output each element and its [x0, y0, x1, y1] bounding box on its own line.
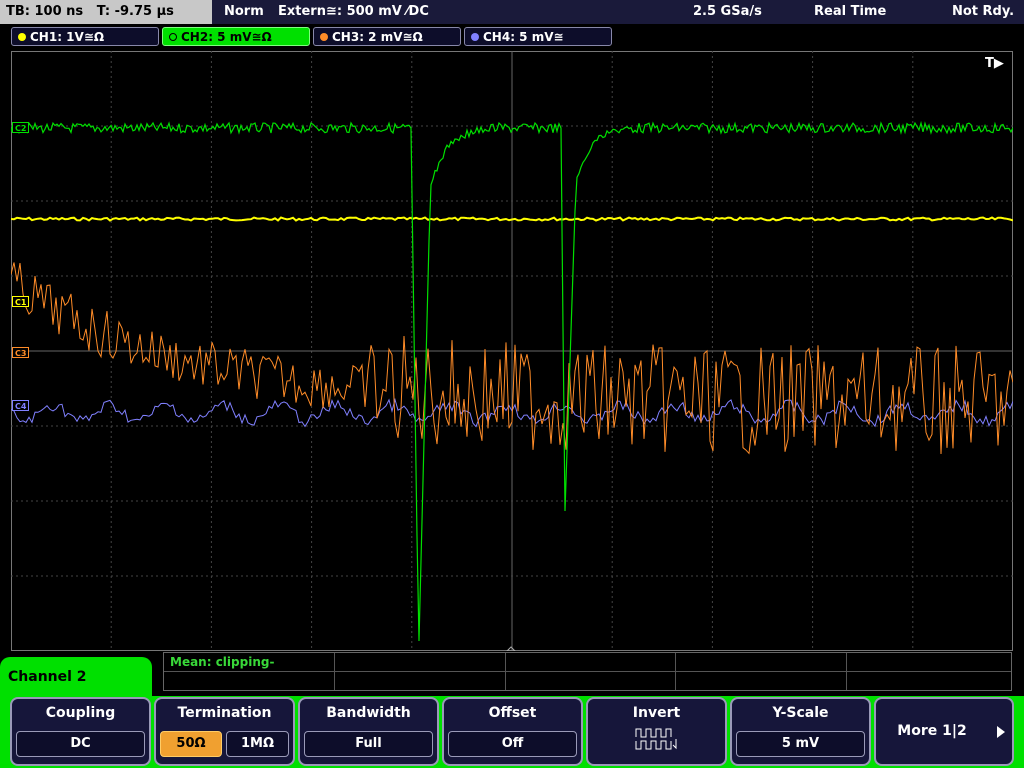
termination-softkey[interactable]: Termination 50Ω 1MΩ — [154, 697, 295, 766]
more-label: More 1|2 — [897, 723, 967, 739]
trigger-source[interactable]: Extern≅: 500 mV ⁄DC — [278, 0, 429, 24]
invert-waveform-icon — [635, 728, 677, 750]
ch1-dot-icon — [18, 33, 26, 41]
offset-value[interactable]: Off — [448, 731, 577, 757]
termination-title: Termination — [177, 705, 272, 721]
measurement-divider — [505, 653, 506, 690]
measurement-mean: Mean: clipping- — [170, 655, 275, 669]
trigger-mode[interactable]: Norm — [224, 0, 264, 24]
tab-ch1-label: CH1: 1V≅Ω — [30, 30, 105, 44]
tab-ch4[interactable]: CH4: 5 mV≅ — [464, 27, 612, 46]
trigger-position-marker[interactable]: T▶ — [985, 56, 1004, 71]
trigger-time-marker — [506, 646, 516, 651]
ch2-dot-icon — [169, 33, 177, 41]
yscale-value[interactable]: 5 mV — [736, 731, 865, 757]
coupling-title: Coupling — [45, 705, 116, 721]
ch1-level-marker[interactable]: C1 — [12, 296, 30, 307]
graticule — [11, 51, 1013, 651]
sample-rate: 2.5 GSa/s — [693, 4, 762, 19]
ch3-dot-icon — [320, 33, 328, 41]
yscale-title: Y-Scale — [772, 705, 829, 721]
tab-ch4-label: CH4: 5 mV≅ — [483, 30, 564, 44]
ch2-level-marker[interactable]: C2 — [12, 122, 30, 133]
tab-ch1[interactable]: CH1: 1V≅Ω — [11, 27, 159, 46]
measurement-divider — [164, 671, 1011, 672]
timebase-readout[interactable]: TB: 100 ns T: -9.75 µs — [0, 0, 212, 24]
measurement-panel: Mean: clipping- — [163, 652, 1012, 691]
bandwidth-title: Bandwidth — [326, 705, 411, 721]
offset-title: Offset — [488, 705, 537, 721]
acquisition-mode: Real Time — [814, 4, 887, 19]
ch4-level-marker[interactable]: C4 — [12, 400, 30, 411]
termination-50ohm-option[interactable]: 50Ω — [160, 731, 222, 757]
tab-ch2[interactable]: CH2: 5 mV≅Ω — [162, 27, 310, 46]
tab-ch3-label: CH3: 2 mV≅Ω — [332, 30, 423, 44]
more-softkey[interactable]: More 1|2 — [874, 697, 1014, 766]
ch4-dot-icon — [471, 33, 479, 41]
measurement-divider — [334, 653, 335, 690]
invert-softkey[interactable]: Invert — [586, 697, 727, 766]
bandwidth-value[interactable]: Full — [304, 731, 433, 757]
coupling-value[interactable]: DC — [16, 731, 145, 757]
ready-state: Not Rdy. — [952, 4, 1015, 19]
menu-title: Channel 2 — [0, 657, 152, 701]
bandwidth-softkey[interactable]: Bandwidth Full — [298, 697, 439, 766]
ch3-level-marker[interactable]: C3 — [12, 347, 30, 358]
status-bar: TB: 100 ns T: -9.75 µs Norm Extern≅: 500… — [0, 0, 1024, 24]
waveform-traces: T▶ — [11, 51, 1013, 651]
tab-ch3[interactable]: CH3: 2 mV≅Ω — [313, 27, 461, 46]
termination-1mohm-option[interactable]: 1MΩ — [226, 731, 289, 757]
offset-softkey[interactable]: Offset Off — [442, 697, 583, 766]
yscale-softkey[interactable]: Y-Scale 5 mV — [730, 697, 871, 766]
tab-ch2-label: CH2: 5 mV≅Ω — [181, 30, 272, 44]
measurement-divider — [675, 653, 676, 690]
invert-title: Invert — [632, 705, 681, 721]
arrow-right-icon — [997, 726, 1005, 738]
coupling-softkey[interactable]: Coupling DC — [10, 697, 151, 766]
measurement-divider — [846, 653, 847, 690]
